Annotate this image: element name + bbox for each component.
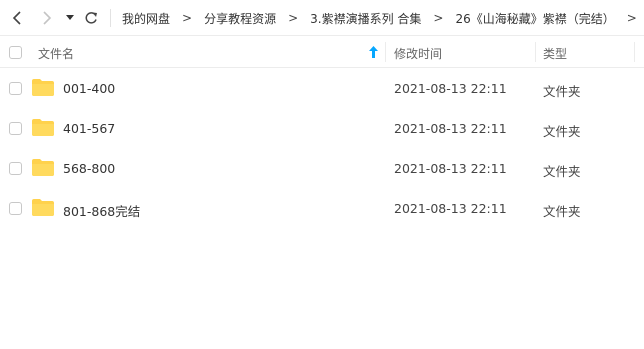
column-header-modified[interactable]: 修改时间: [394, 45, 442, 62]
file-name[interactable]: 001-400: [63, 81, 115, 96]
refresh-button[interactable]: [80, 6, 102, 30]
folder-icon: [32, 119, 54, 136]
row-checkbox[interactable]: [9, 202, 22, 215]
file-name[interactable]: 801-868完结: [63, 201, 140, 220]
file-name[interactable]: 568-800: [63, 161, 115, 176]
forward-button[interactable]: [36, 6, 58, 30]
breadcrumb-separator: >: [288, 11, 299, 25]
file-row[interactable]: 001-400 2021-08-13 22:11 文件夹: [0, 68, 644, 108]
refresh-icon: [85, 12, 97, 24]
file-row[interactable]: 568-800 2021-08-13 22:11 文件夹: [0, 148, 644, 188]
column-header-type[interactable]: 类型: [543, 45, 567, 62]
file-name[interactable]: 401-567: [63, 121, 115, 136]
breadcrumb-item[interactable]: 3.紫襟演播系列 合集: [304, 10, 427, 27]
row-checkbox[interactable]: [9, 162, 22, 175]
toolbar-divider: [110, 9, 111, 27]
breadcrumb-item-current[interactable]: 26《山海秘藏》紫襟（完结）: [449, 10, 620, 27]
breadcrumb-separator: >: [182, 11, 193, 25]
file-type: 文件夹: [543, 204, 581, 219]
file-modified: 2021-08-13 22:11: [394, 161, 507, 176]
chevron-right-icon: [43, 11, 52, 25]
folder-icon: [32, 79, 54, 96]
file-list: 001-400 2021-08-13 22:11 文件夹 401-567 202…: [0, 68, 644, 228]
sort-ascending-icon[interactable]: [369, 46, 378, 58]
breadcrumb-item[interactable]: 分享教程资源: [198, 10, 282, 27]
file-modified: 2021-08-13 22:11: [394, 201, 507, 216]
column-divider[interactable]: [535, 42, 536, 62]
caret-down-icon: [66, 15, 74, 20]
folder-icon: [32, 159, 54, 176]
file-modified: 2021-08-13 22:11: [394, 81, 507, 96]
row-checkbox[interactable]: [9, 82, 22, 95]
history-dropdown-button[interactable]: [63, 6, 77, 30]
column-divider[interactable]: [634, 42, 635, 62]
file-modified: 2021-08-13 22:11: [394, 121, 507, 136]
select-all-checkbox[interactable]: [9, 46, 22, 59]
breadcrumb-separator: >: [433, 11, 444, 25]
toolbar: 我的网盘 > 分享教程资源 > 3.紫襟演播系列 合集 > 26《山海秘藏》紫襟…: [0, 0, 644, 36]
file-row[interactable]: 401-567 2021-08-13 22:11 文件夹: [0, 108, 644, 148]
back-button[interactable]: [7, 6, 29, 30]
column-header-name[interactable]: 文件名: [38, 45, 74, 62]
breadcrumb-item[interactable]: 我的网盘: [116, 10, 176, 27]
file-list-header: 文件名 修改时间 类型: [0, 36, 644, 68]
column-divider[interactable]: [385, 42, 386, 62]
file-type: 文件夹: [543, 164, 581, 179]
chevron-left-icon: [12, 11, 21, 25]
breadcrumb: 我的网盘 > 分享教程资源 > 3.紫襟演播系列 合集 > 26《山海秘藏》紫襟…: [116, 0, 644, 36]
breadcrumb-separator[interactable]: >: [621, 11, 643, 25]
folder-icon: [32, 199, 54, 216]
file-type: 文件夹: [543, 84, 581, 99]
file-type: 文件夹: [543, 124, 581, 139]
file-row[interactable]: 801-868完结 2021-08-13 22:11 文件夹: [0, 188, 644, 228]
row-checkbox[interactable]: [9, 122, 22, 135]
